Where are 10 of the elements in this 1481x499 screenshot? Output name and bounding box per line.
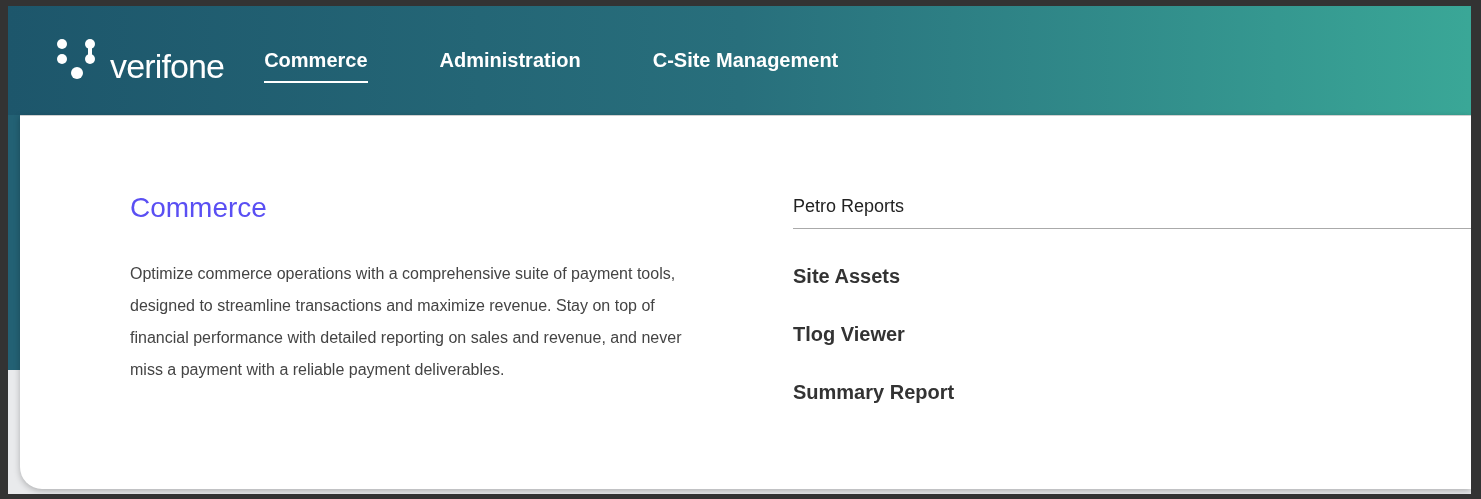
nav-tab[interactable]: Commerce: [264, 44, 368, 83]
menu-link[interactable]: Summary Report: [793, 380, 955, 404]
nav-tab[interactable]: Administration: [439, 44, 581, 83]
menu-title: Commerce: [130, 191, 268, 225]
nav-tab[interactable]: C-Site Management: [652, 44, 839, 83]
menu-link[interactable]: Site Assets: [793, 264, 901, 288]
menu-description: Optimize commerce operations with a comprehensive suite of payment tools, designed to streamline transactions and maximize revenue. Stay on top of financial performance with detailed reporting on sales and revenue, and never miss a payment with a reliable payment deliverables.: [130, 264, 683, 380]
section-heading: Petro Reports: [793, 193, 1471, 229]
menu-link[interactable]: Tlog Viewer: [793, 322, 905, 346]
brand-logo-text: verifone: [110, 48, 225, 83]
